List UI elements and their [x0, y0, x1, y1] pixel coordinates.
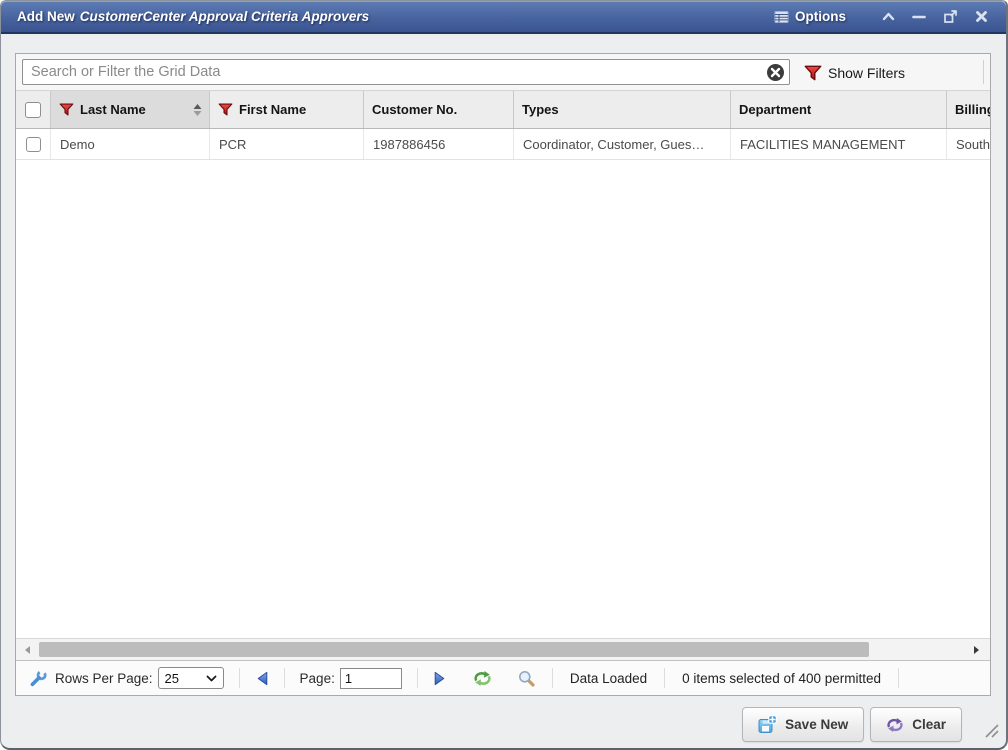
pager-separator	[552, 668, 553, 688]
titlebar: Add New CustomerCenter Approval Criteria …	[1, 1, 1006, 34]
grid-panel: Show Filters Last Name	[15, 53, 991, 696]
pager-separator	[417, 668, 418, 688]
page-label: Page:	[300, 671, 335, 686]
rows-per-page-label: Rows Per Page:	[55, 671, 153, 686]
previous-page-button[interactable]	[255, 671, 269, 686]
column-label: Billing	[955, 102, 990, 117]
next-page-button[interactable]	[433, 671, 447, 686]
close-button[interactable]	[970, 7, 992, 27]
pager-separator	[284, 668, 285, 688]
show-filters-button[interactable]: Show Filters	[804, 60, 905, 85]
options-label: Options	[795, 9, 846, 24]
column-header-last-name[interactable]: Last Name	[51, 91, 210, 128]
cell-customer-no: 1987886456	[364, 129, 514, 159]
search-input[interactable]	[22, 59, 790, 85]
column-label: First Name	[239, 102, 306, 117]
cell-department: FACILITIES MANAGEMENT	[731, 129, 947, 159]
minimize-button[interactable]	[908, 7, 930, 27]
search-separator	[983, 60, 984, 84]
title-prefix: Add New	[17, 9, 75, 24]
pager-separator	[898, 668, 899, 688]
pager-toolbar: Rows Per Page: 25 Page: Data L	[16, 660, 990, 695]
save-new-label: Save New	[785, 717, 848, 732]
selection-count-text: 0 items selected of 400 permitted	[682, 671, 881, 686]
page-title: Add New CustomerCenter Approval Criteria …	[17, 9, 369, 24]
sort-arrows-icon[interactable]	[193, 103, 202, 117]
clear-search-button[interactable]	[766, 63, 785, 82]
grid-header: Last Name First Name Customer No. Types …	[16, 91, 990, 129]
chevron-down-icon	[206, 675, 217, 682]
title-name: CustomerCenter Approval Criteria Approve…	[80, 9, 369, 24]
column-header-billing[interactable]: Billing	[947, 91, 990, 128]
cell-last-name: Demo	[51, 129, 210, 159]
row-checkbox[interactable]	[26, 137, 41, 152]
column-label: Customer No.	[372, 102, 457, 117]
refresh-icon[interactable]	[473, 670, 492, 687]
clear-refresh-icon	[886, 717, 904, 733]
page-input[interactable]	[340, 668, 402, 689]
filter-funnel-icon	[59, 103, 74, 116]
popout-button[interactable]	[939, 7, 961, 27]
column-label: Last Name	[80, 102, 146, 117]
filter-funnel-icon	[218, 103, 233, 116]
rows-per-page-select[interactable]: 25	[158, 667, 224, 689]
table-row[interactable]: Demo PCR 1987886456 Coordinator, Custome…	[16, 129, 990, 160]
column-header-types[interactable]: Types	[514, 91, 731, 128]
column-label: Types	[522, 102, 559, 117]
show-filters-label: Show Filters	[828, 65, 905, 81]
save-new-button[interactable]: Save New	[742, 707, 864, 742]
column-header-first-name[interactable]: First Name	[210, 91, 364, 128]
resize-grip[interactable]	[982, 721, 999, 743]
pager-separator	[664, 668, 665, 688]
dialog-window: Add New CustomerCenter Approval Criteria …	[0, 0, 1008, 750]
magnifier-icon[interactable]	[518, 670, 535, 687]
save-icon	[758, 715, 777, 734]
filter-funnel-icon	[804, 65, 822, 81]
cell-types: Coordinator, Customer, Gues…	[514, 129, 731, 159]
select-all-checkbox[interactable]	[25, 102, 41, 118]
wrench-icon[interactable]	[29, 669, 48, 688]
clear-button[interactable]: Clear	[870, 707, 962, 742]
options-button[interactable]: Options	[774, 9, 846, 24]
scroll-right-arrow[interactable]	[973, 645, 981, 655]
clear-label: Clear	[912, 717, 946, 732]
rows-per-page-value: 25	[165, 671, 179, 686]
select-all-cell	[16, 91, 51, 128]
collapse-button[interactable]	[877, 7, 899, 27]
footer-actions: Save New Clear	[742, 707, 962, 742]
column-header-customer-no[interactable]: Customer No.	[364, 91, 514, 128]
grid-empty-area	[16, 160, 990, 638]
column-label: Department	[739, 102, 811, 117]
titlebar-controls: Options	[774, 7, 992, 27]
pager-separator	[239, 668, 240, 688]
cell-first-name: PCR	[210, 129, 364, 159]
scroll-left-arrow[interactable]	[23, 645, 31, 655]
cell-billing: South	[947, 129, 990, 159]
row-select-cell	[16, 129, 51, 159]
status-text: Data Loaded	[570, 671, 647, 686]
search-row: Show Filters	[16, 54, 990, 91]
column-header-department[interactable]: Department	[731, 91, 947, 128]
horizontal-scrollbar[interactable]	[16, 638, 990, 660]
scrollbar-thumb[interactable]	[39, 642, 869, 657]
options-list-icon	[774, 10, 789, 24]
